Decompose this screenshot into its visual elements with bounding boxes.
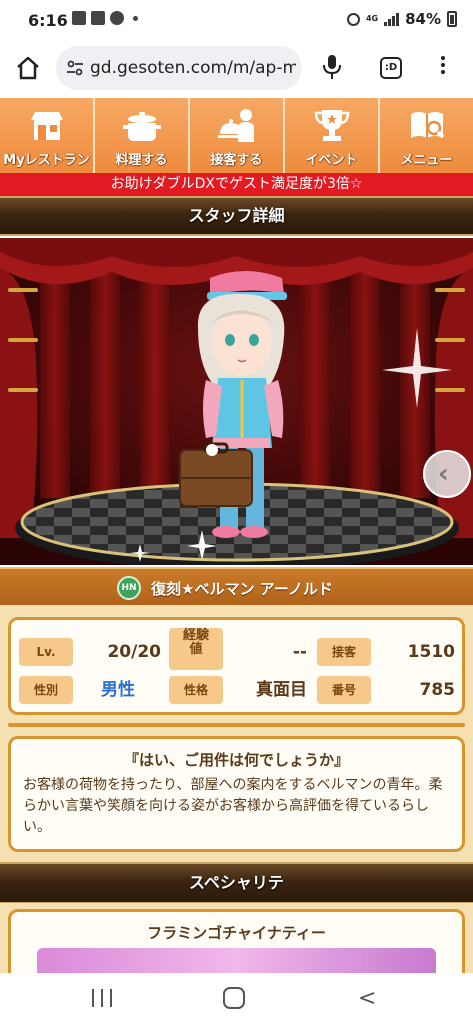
browser-toolbar: gd.gesoten.com/m/ap-m :D: [0, 42, 473, 94]
panel-divider: [8, 723, 465, 727]
restaurant-icon: [30, 112, 63, 140]
gender-value: 男性: [101, 680, 135, 700]
staff-description: お客様の荷物を持ったり、部屋への案内をするベルマンの青年。柔らかい言葉や笑顔を向…: [23, 777, 443, 835]
nav-cook[interactable]: 料理する: [95, 98, 190, 173]
chevron-left-icon: ‹: [438, 459, 449, 489]
status-bar: 6:16 4G 84%: [0, 0, 473, 42]
exp-value: --: [292, 642, 307, 662]
level-label: Lv.: [19, 638, 73, 666]
exp-label: 経験値: [169, 628, 223, 670]
url-text[interactable]: gd.gesoten.com/m/ap-m: [90, 58, 296, 78]
specialty-panel: フラミンゴチャイナティー: [0, 903, 473, 973]
nav-menu[interactable]: メニュー: [380, 98, 473, 173]
specialty-image: [37, 948, 436, 973]
info-notification-icon: [110, 11, 124, 25]
nav-my-restaurant-label: Myレストラン: [3, 153, 90, 168]
nav-event[interactable]: イベント: [285, 98, 380, 173]
battery-icon: [447, 11, 457, 27]
nav-serve[interactable]: 接客する: [190, 98, 285, 173]
gallery-notification-icon: [72, 11, 86, 25]
site-settings-icon[interactable]: [66, 59, 84, 77]
staff-detail-title: スタッフ詳細: [0, 196, 473, 236]
game-nav: Myレストラン 料理する 接客する イベント メニュー: [0, 98, 473, 173]
menu-book-icon: [410, 112, 444, 139]
service-label: 接客: [317, 638, 371, 666]
specialty-title: スペシャリテ: [0, 862, 473, 904]
stage-illustration: [0, 238, 473, 565]
mail-notification-icon: [91, 11, 105, 25]
staff-info-panel: Lv. 20/20 経験値 -- 接客 1510 性別 男性 性格 真面目 番号…: [0, 605, 473, 862]
staff-quote: 『はい、ご用件は何でしょうか』: [123, 751, 349, 769]
number-value: 785: [419, 680, 456, 700]
browser-menu-icon[interactable]: [440, 56, 446, 80]
trophy-icon: [314, 110, 349, 141]
specialty-box: フラミンゴチャイナティー: [8, 909, 465, 973]
gender-label: 性別: [19, 676, 73, 704]
hn-badge: HN: [117, 576, 141, 600]
notification-icons: [72, 11, 138, 25]
profile-box: 『はい、ご用件は何でしょうか』 お客様の荷物を持ったり、部屋への案内をするベルマ…: [8, 736, 465, 852]
character-stage: [0, 238, 473, 565]
status-right: 4G 84%: [346, 10, 457, 28]
serving-waiter-icon: [217, 109, 254, 142]
microphone-icon[interactable]: [322, 54, 342, 80]
next-staff-button[interactable]: ‹: [423, 450, 471, 498]
nav-my-restaurant[interactable]: Myレストラン: [0, 98, 95, 173]
nav-menu-label: メニュー: [400, 153, 453, 168]
recent-apps-icon[interactable]: [92, 989, 112, 1007]
nav-serve-label: 接客する: [210, 153, 263, 168]
promo-banner[interactable]: お助けダブルDXでゲスト満足度が3倍☆: [0, 173, 473, 196]
staff-name-band: HN 復刻★ベルマン アーノルド: [0, 567, 473, 605]
signal-icon: [384, 12, 400, 26]
personality-value: 真面目: [256, 680, 307, 700]
cooking-pot-icon: [122, 112, 161, 141]
tab-switcher-button[interactable]: :D: [380, 57, 402, 79]
network-type: 4G: [365, 14, 379, 23]
stats-box: Lv. 20/20 経験値 -- 接客 1510 性別 男性 性格 真面目 番号…: [8, 617, 465, 715]
specialty-name: フラミンゴチャイナティー: [147, 924, 326, 942]
nav-cook-label: 料理する: [115, 153, 168, 168]
staff-name: 復刻★ベルマン アーノルド: [151, 580, 333, 598]
home-icon[interactable]: [14, 54, 42, 82]
level-value: 20/20: [107, 642, 161, 662]
battery-percent: 84%: [405, 10, 441, 28]
android-nav-bar: <: [0, 973, 473, 1024]
nav-event-label: イベント: [305, 153, 358, 168]
alarm-icon: [346, 12, 360, 26]
status-time: 6:16: [28, 11, 68, 30]
service-value: 1510: [407, 642, 455, 662]
back-icon[interactable]: <: [358, 986, 376, 1011]
address-bar[interactable]: gd.gesoten.com/m/ap-m: [56, 46, 302, 90]
number-label: 番号: [317, 676, 371, 704]
home-button-icon[interactable]: [223, 987, 245, 1009]
more-notifications-icon: [133, 15, 138, 21]
personality-label: 性格: [169, 676, 223, 704]
